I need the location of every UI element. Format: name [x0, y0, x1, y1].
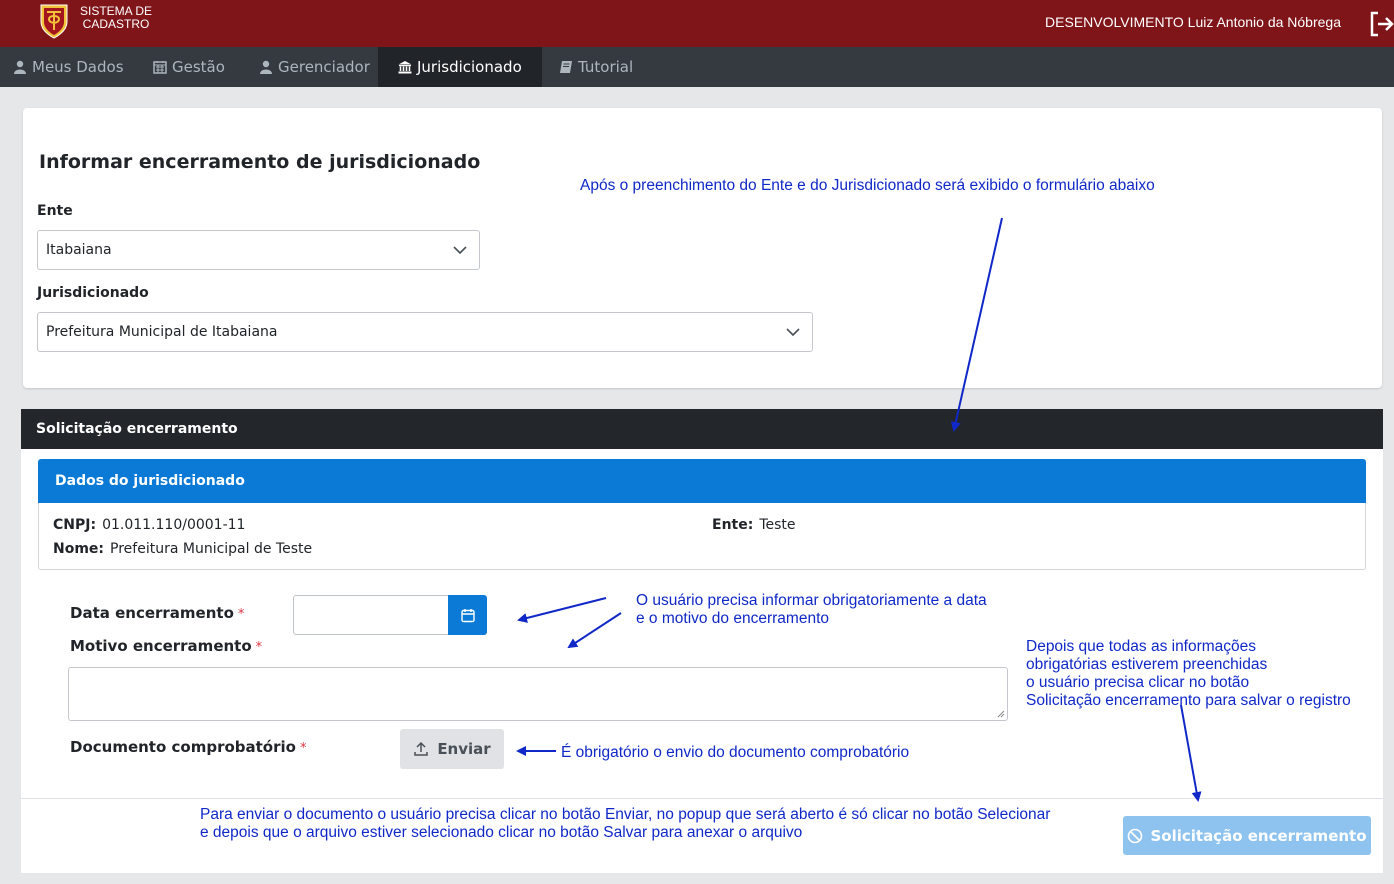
ente-info-label: Ente:: [712, 517, 754, 533]
annotation-upload: É obrigatório o envio do documento compr…: [561, 744, 910, 761]
app-name: SISTEMA DE CADASTRO: [80, 5, 152, 31]
page-title: Informar encerramento de jurisdicionado: [39, 151, 481, 173]
annotation-submit-line4: Solicitação encerramento para salvar o r…: [1026, 692, 1351, 709]
nav-label: Meus Dados: [32, 58, 124, 76]
motivo-encerramento-textarea[interactable]: [68, 667, 1008, 721]
calendar-icon: [153, 61, 167, 74]
nav-meus-dados[interactable]: Meus Dados: [0, 47, 129, 87]
cnpj-field: CNPJ: 01.011.110/0001-11: [53, 517, 245, 533]
ente-select-value: Itabaiana: [46, 242, 112, 258]
app-name-line2: CADASTRO: [82, 17, 150, 31]
calendar-icon: [460, 608, 475, 622]
cnpj-label: CNPJ:: [53, 517, 97, 533]
documento-comprobatorio-text: Documento comprobatório: [70, 738, 296, 756]
motivo-encerramento-label: Motivo encerramento *: [70, 637, 262, 655]
top-bar: SISTEMA DE CADASTRO DESENVOLVIMENTO Luiz…: [0, 0, 1394, 47]
jurisdicionado-select-value: Prefeitura Municipal de Itabaiana: [46, 324, 278, 340]
ban-icon: [1128, 828, 1143, 843]
annotation-submit: Depois que todas as informações obrigató…: [1026, 638, 1351, 710]
panel-title: Dados do jurisdicionado: [38, 459, 1366, 503]
ente-label: Ente: [37, 203, 73, 219]
documento-comprobatorio-label: Documento comprobatório *: [70, 738, 306, 756]
annotation-date-line1: O usuário precisa informar obrigatoriame…: [636, 592, 987, 609]
required-mark: *: [299, 741, 307, 756]
jurisdicionado-label: Jurisdicionado: [37, 285, 149, 301]
data-encerramento-label: Data encerramento *: [70, 604, 244, 622]
data-encerramento-input[interactable]: [293, 595, 449, 635]
nav-label: Tutorial: [578, 58, 634, 76]
chevron-down-icon: [786, 328, 800, 337]
nav-label: Jurisdicionado: [417, 58, 522, 76]
enviar-button[interactable]: Enviar: [400, 729, 504, 769]
jurisdicionado-select[interactable]: Prefeitura Municipal de Itabaiana: [37, 312, 813, 352]
book-icon: [560, 61, 572, 73]
upload-icon: [414, 741, 429, 756]
required-mark: *: [255, 640, 263, 655]
user-name: DESENVOLVIMENTO Luiz Antonio da Nóbrega: [1045, 14, 1341, 30]
resize-grip-icon[interactable]: [997, 710, 1005, 718]
user-icon: [14, 60, 26, 74]
motivo-encerramento-text: Motivo encerramento: [70, 637, 252, 655]
nav-gestao[interactable]: Gestão: [140, 47, 240, 87]
nav-tutorial[interactable]: Tutorial: [542, 47, 652, 87]
logout-icon[interactable]: [1368, 10, 1394, 38]
main-nav: Meus Dados Gestão Gerenciador Jurisdicio…: [0, 47, 1394, 87]
annotation-date: O usuário precisa informar obrigatoriame…: [636, 592, 987, 628]
section-header: Solicitação encerramento: [21, 409, 1383, 449]
annotation-submit-line3: o usuário precisa clicar no botão: [1026, 674, 1250, 691]
nav-label: Gerenciador: [278, 58, 370, 76]
nome-value: Prefeitura Municipal de Teste: [110, 541, 313, 557]
nav-gerenciador[interactable]: Gerenciador: [245, 47, 378, 87]
nome-label: Nome:: [53, 541, 105, 557]
cnpj-value: 01.011.110/0001-11: [102, 517, 246, 533]
annotation-bottom-line2: e depois que o arquivo estiver seleciona…: [200, 824, 803, 841]
nav-jurisdicionado[interactable]: Jurisdicionado: [378, 47, 542, 87]
annotation-submit-line1: Depois que todas as informações: [1026, 638, 1257, 655]
annotation-bottom: Para enviar o documento o usuário precis…: [200, 806, 1050, 842]
ente-field: Ente: Teste: [712, 517, 796, 533]
nome-field: Nome: Prefeitura Municipal de Teste: [53, 541, 312, 557]
annotation-bottom-line1: Para enviar o documento o usuário precis…: [200, 806, 1051, 823]
data-encerramento-text: Data encerramento: [70, 604, 234, 622]
chevron-down-icon: [453, 246, 467, 255]
bank-icon: [398, 61, 412, 74]
logo-icon: [40, 4, 68, 39]
nav-label: Gestão: [172, 58, 225, 76]
ente-select[interactable]: Itabaiana: [37, 230, 480, 270]
submit-label: Solicitação encerramento: [1150, 826, 1367, 845]
annotation-date-line2: e o motivo do encerramento: [636, 610, 829, 627]
calendar-button[interactable]: [448, 595, 487, 635]
user-icon: [260, 60, 272, 74]
annotation-submit-line2: obrigatórias estiverem preenchidas: [1026, 656, 1268, 673]
ente-info-value: Teste: [759, 517, 796, 533]
required-mark: *: [237, 607, 245, 622]
enviar-label: Enviar: [437, 740, 491, 758]
annotation-top: Após o preenchimento do Ente e do Jurisd…: [580, 177, 1155, 194]
solicitacao-encerramento-button[interactable]: Solicitação encerramento: [1123, 816, 1371, 855]
